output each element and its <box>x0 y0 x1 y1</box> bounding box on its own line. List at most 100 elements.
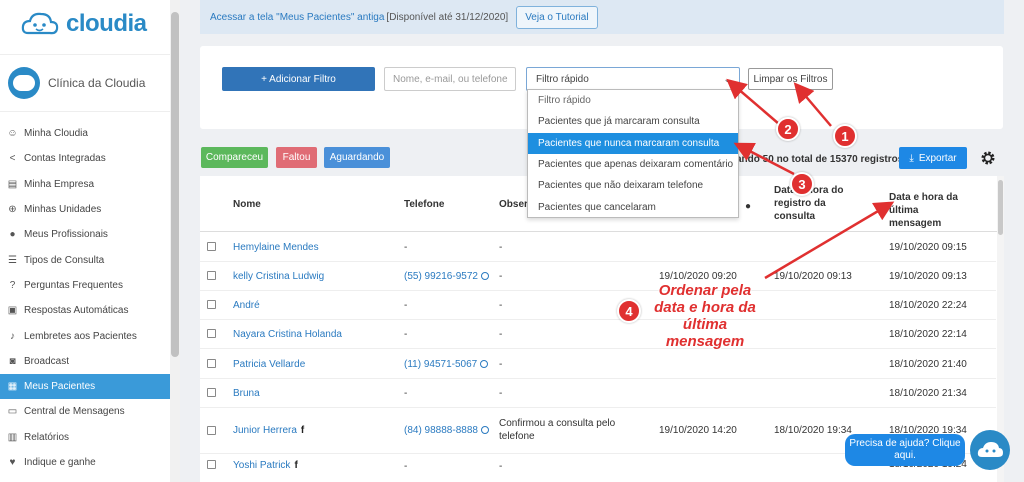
table-row[interactable]: Nayara Cristina Holanda - - 18/10/2020 2… <box>200 320 996 349</box>
header-nome[interactable]: Nome <box>233 198 261 211</box>
sidebar-scroll-thumb[interactable] <box>171 12 179 357</box>
logo-text: cloudia <box>66 10 147 37</box>
dropdown-option[interactable]: Pacientes que apenas deixaram comentário <box>528 154 738 175</box>
dropdown-option[interactable]: Filtro rápido <box>528 90 738 111</box>
dropdown-option[interactable]: Pacientes que não deixaram telefone <box>528 175 738 196</box>
patient-name[interactable]: Hemylaine Mendes <box>233 241 319 254</box>
sidebar-item-label: Central de Mensagens <box>24 406 125 418</box>
faltou-button[interactable]: Faltou <box>276 147 317 168</box>
patient-name[interactable]: Nayara Cristina Holanda <box>233 328 342 341</box>
legacy-screen-link[interactable]: Acessar a tela "Meus Pacientes" antiga <box>210 12 384 23</box>
patient-name[interactable]: Junior Herrera f <box>233 424 304 437</box>
sidebar-nav: ☺ Minha Cloudia < Contas Integradas ▤ Minha… <box>0 121 179 475</box>
gear-icon[interactable] <box>980 150 996 166</box>
patient-obs: - <box>499 388 503 399</box>
sidebar-item-meus-pacientes[interactable]: ▦ Meus Pacientes <box>0 373 179 400</box>
legacy-notice-bar: Acessar a tela "Meus Pacientes" antiga [… <box>200 0 1004 34</box>
row-checkbox[interactable] <box>207 426 216 435</box>
sidebar-item-label: Meus Profissionais <box>24 229 108 241</box>
availability-text: [Disponível até 31/12/2020] <box>386 11 509 23</box>
help-circle-icon[interactable]: ● <box>745 200 751 213</box>
sidebar-item-respostas-automaticas[interactable]: ▣ Respostas Automáticas <box>0 298 179 323</box>
table-row[interactable]: André - - 18/10/2020 22:24 <box>200 291 996 320</box>
message-icon: ▣ <box>7 305 18 317</box>
sidebar-item-broadcast[interactable]: ◙ Broadcast <box>0 349 179 374</box>
last-message-date: 18/10/2020 21:34 <box>889 388 967 399</box>
facebook-icon: f <box>294 460 298 471</box>
patient-name[interactable]: Bruna <box>233 387 260 400</box>
sidebar-item-tipos-de-consulta[interactable]: ☰ Tipos de Consulta <box>0 247 179 272</box>
sidebar-item-minha-empresa[interactable]: ▤ Minha Empresa <box>0 172 179 197</box>
row-checkbox[interactable] <box>207 271 216 280</box>
header-data-registro[interactable]: Data e hora do registro da consulta <box>774 184 854 223</box>
patient-name[interactable]: Patricia Vellarde <box>233 358 305 371</box>
broadcast-icon: ◙ <box>9 355 16 367</box>
aguardando-button[interactable]: Aguardando <box>324 147 390 168</box>
row-checkbox[interactable] <box>207 242 216 251</box>
sidebar-item-minha-cloudia[interactable]: ☺ Minha Cloudia <box>0 121 179 146</box>
row-checkbox[interactable] <box>207 388 216 397</box>
annotation-badge-1: 1 <box>833 124 857 148</box>
header-ultima-mensagem[interactable]: Data e hora da última mensagem <box>889 191 969 230</box>
patient-phone[interactable]: (84) 98888-8888 <box>404 424 489 437</box>
row-checkbox[interactable] <box>207 329 216 338</box>
header-telefone[interactable]: Telefone <box>404 198 444 211</box>
sidebar-item-minhas-unidades[interactable]: ⊕ Minhas Unidades <box>0 197 179 222</box>
dropdown-option[interactable]: Pacientes que cancelaram <box>528 196 738 217</box>
table-row[interactable]: Bruna - - 18/10/2020 21:34 <box>200 379 996 408</box>
export-button[interactable]: ⤓ Exportar <box>899 147 967 169</box>
sidebar-item-central-de-mensagens[interactable]: ▭ Central de Mensagens <box>0 399 179 424</box>
sidebar-item-perguntas-frequentes[interactable]: ? Perguntas Frequentes <box>0 273 179 298</box>
table-row[interactable]: Hemylaine Mendes - - 19/10/2020 09:15 <box>200 233 996 262</box>
row-checkbox[interactable] <box>207 359 216 368</box>
patient-obs: - <box>499 271 503 282</box>
annotation-badge-3: 3 <box>790 172 814 196</box>
tutorial-button[interactable]: Veja o Tutorial <box>516 5 598 29</box>
last-message-date: 18/10/2020 22:24 <box>889 300 967 311</box>
search-input[interactable] <box>384 67 516 91</box>
help-bot-avatar[interactable] <box>970 430 1010 470</box>
dropdown-option-highlighted[interactable]: Pacientes que nunca marcaram consulta <box>528 132 738 154</box>
app-logo[interactable]: cloudia <box>0 0 179 48</box>
patient-phone[interactable]: (11) 94571-5067 <box>404 358 489 371</box>
whatsapp-icon[interactable] <box>480 426 489 434</box>
patient-name[interactable]: Yoshi Patrick f <box>233 459 298 472</box>
cloud-bot-icon <box>977 442 1003 457</box>
dropdown-option[interactable]: Pacientes que já marcaram consulta <box>528 111 738 132</box>
sidebar-item-label: Tipos de Consulta <box>24 254 105 266</box>
sidebar-item-contas-integradas[interactable]: < Contas Integradas <box>0 146 179 171</box>
patient-phone: - <box>404 300 408 311</box>
last-message-date: 18/10/2020 21:40 <box>889 359 967 370</box>
quick-filter-select[interactable]: Filtro rápido ⌄ <box>526 67 740 91</box>
whatsapp-icon[interactable] <box>480 360 489 368</box>
sidebar-item-relatorios[interactable]: ▥ Relatórios <box>0 425 179 450</box>
patient-name[interactable]: kelly Cristina Ludwig <box>233 270 324 283</box>
patient-phone[interactable]: (55) 99216-9572 <box>404 270 489 283</box>
sidebar-item-indique-e-ganhe[interactable]: ♥ Indique e ganhe <box>0 450 179 475</box>
table-row[interactable]: Patricia Vellarde (11) 94571-5067 - 18/1… <box>200 349 996 379</box>
patient-name[interactable]: André <box>233 299 260 312</box>
last-message-date: 19/10/2020 09:13 <box>889 271 967 282</box>
add-filter-button[interactable]: + Adicionar Filtro <box>222 67 375 91</box>
table-row[interactable]: kelly Cristina Ludwig (55) 99216-9572 - … <box>200 262 996 291</box>
header-observacao[interactable]: Obser <box>499 198 528 211</box>
patient-obs: - <box>499 300 503 311</box>
whatsapp-icon[interactable] <box>480 272 489 280</box>
clinic-header[interactable]: Clínica da Cloudia <box>0 54 179 112</box>
clear-filters-button[interactable]: Limpar os Filtros <box>748 68 833 90</box>
sidebar-scrollbar[interactable] <box>170 0 180 482</box>
clinic-name: Clínica da Cloudia <box>48 76 146 90</box>
cloud-logo-icon <box>21 12 59 35</box>
sidebar-item-lembretes[interactable]: ♪ Lembretes aos Pacientes <box>0 323 179 348</box>
compareceu-button[interactable]: Compareceu <box>201 147 268 168</box>
help-chat-bubble[interactable]: Precisa de ajuda? Clique aqui. <box>845 434 965 466</box>
row-checkbox[interactable] <box>207 460 216 469</box>
people-icon: ● <box>9 229 16 241</box>
registration-date: 18/10/2020 19:34 <box>774 425 852 436</box>
patient-obs: - <box>499 461 503 472</box>
sidebar-item-meus-profissionais[interactable]: ● Meus Profissionais <box>0 222 179 247</box>
table-scroll-thumb[interactable] <box>998 180 1003 235</box>
row-checkbox[interactable] <box>207 300 216 309</box>
patient-obs: - <box>499 359 503 370</box>
quick-filter-value: Filtro rápido <box>536 73 589 85</box>
